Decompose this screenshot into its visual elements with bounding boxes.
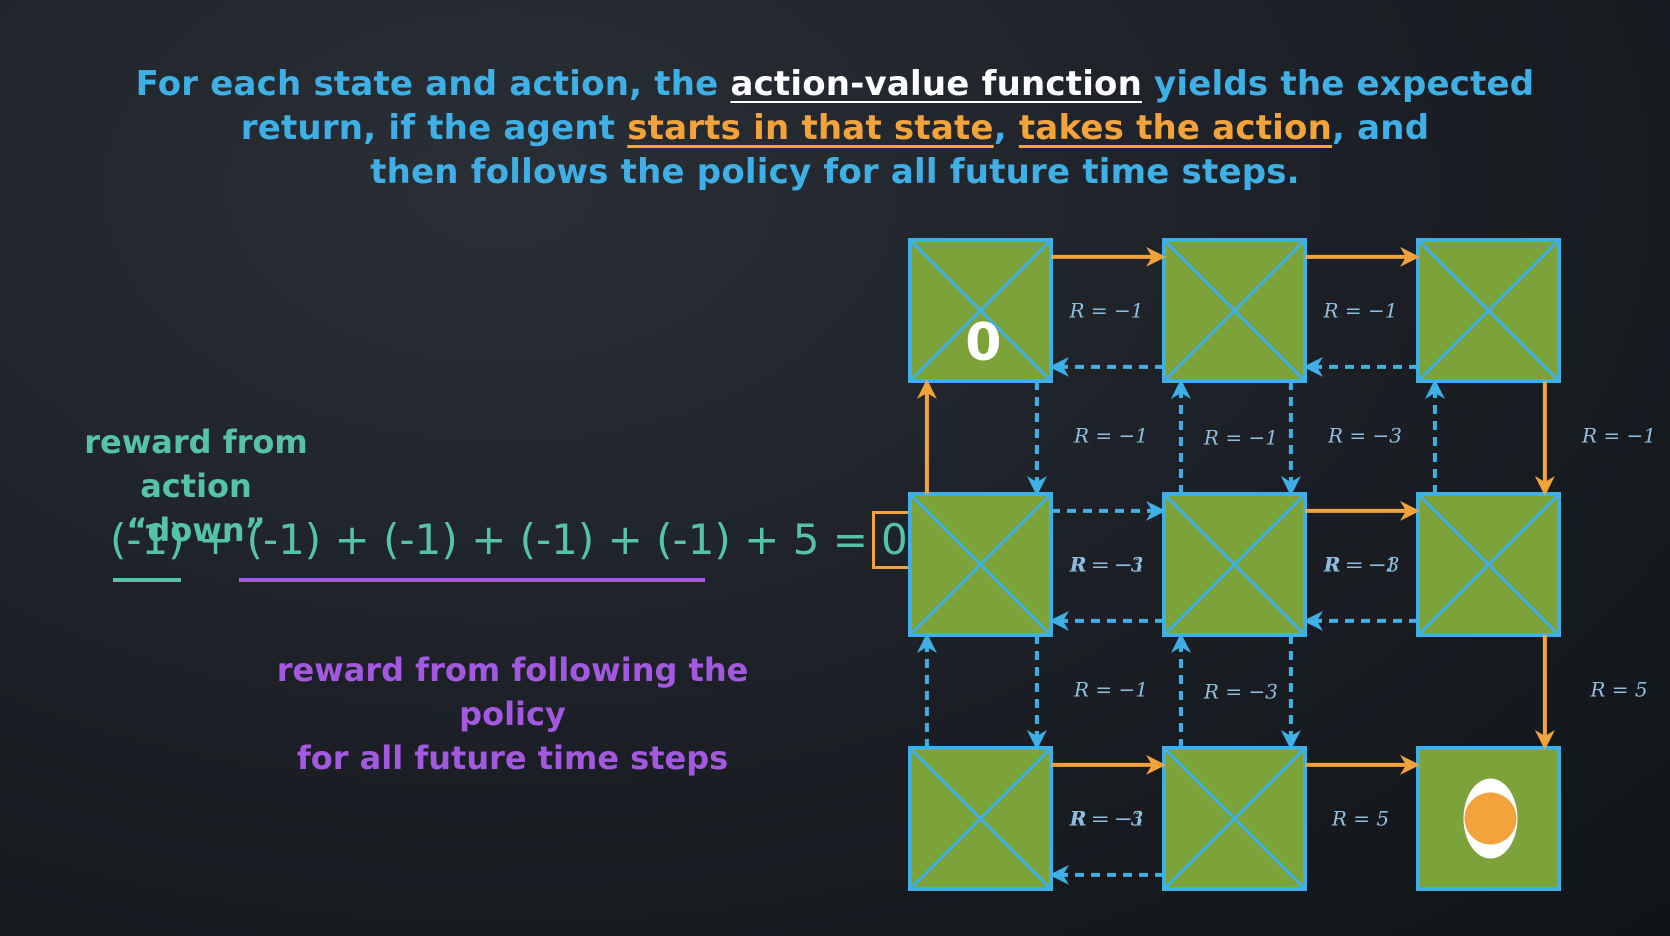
reward-label: R = −3 bbox=[1203, 680, 1278, 704]
gridworld-diagram: 0 R = −1 R = −1 R = −1 R = −3 R = −1 R = −1 R … bbox=[908, 238, 1656, 891]
target-icon bbox=[1463, 778, 1518, 859]
start-state-value: 0 bbox=[965, 313, 1001, 373]
reward-label: R = −3 bbox=[1327, 424, 1402, 448]
reward-label: R = −1 bbox=[1073, 678, 1148, 702]
grid-cell-0-1 bbox=[1162, 238, 1307, 383]
reward-label: R = −1 bbox=[1322, 299, 1397, 323]
grid-cell-2-1 bbox=[1162, 746, 1307, 891]
reward-label: R = −1 bbox=[1073, 424, 1148, 448]
grid-cell-1-0 bbox=[908, 492, 1053, 637]
grid-cell-2-0 bbox=[908, 746, 1053, 891]
reward-label: R = −1 bbox=[1068, 299, 1143, 323]
grid-cell-0-2 bbox=[1416, 238, 1561, 383]
grid-cell-1-2 bbox=[1416, 492, 1561, 637]
reward-label: R = −1 bbox=[1203, 426, 1278, 450]
reward-label: R = 5 bbox=[1331, 807, 1389, 831]
reward-label: R = 5 bbox=[1589, 678, 1647, 702]
reward-label: R = −1 bbox=[1070, 553, 1145, 577]
reward-label: R = −3 bbox=[1324, 553, 1399, 577]
grid-cell-1-1 bbox=[1162, 492, 1307, 637]
reward-label: R = −1 bbox=[1581, 424, 1656, 448]
reward-label: R = −1 bbox=[1070, 807, 1145, 831]
